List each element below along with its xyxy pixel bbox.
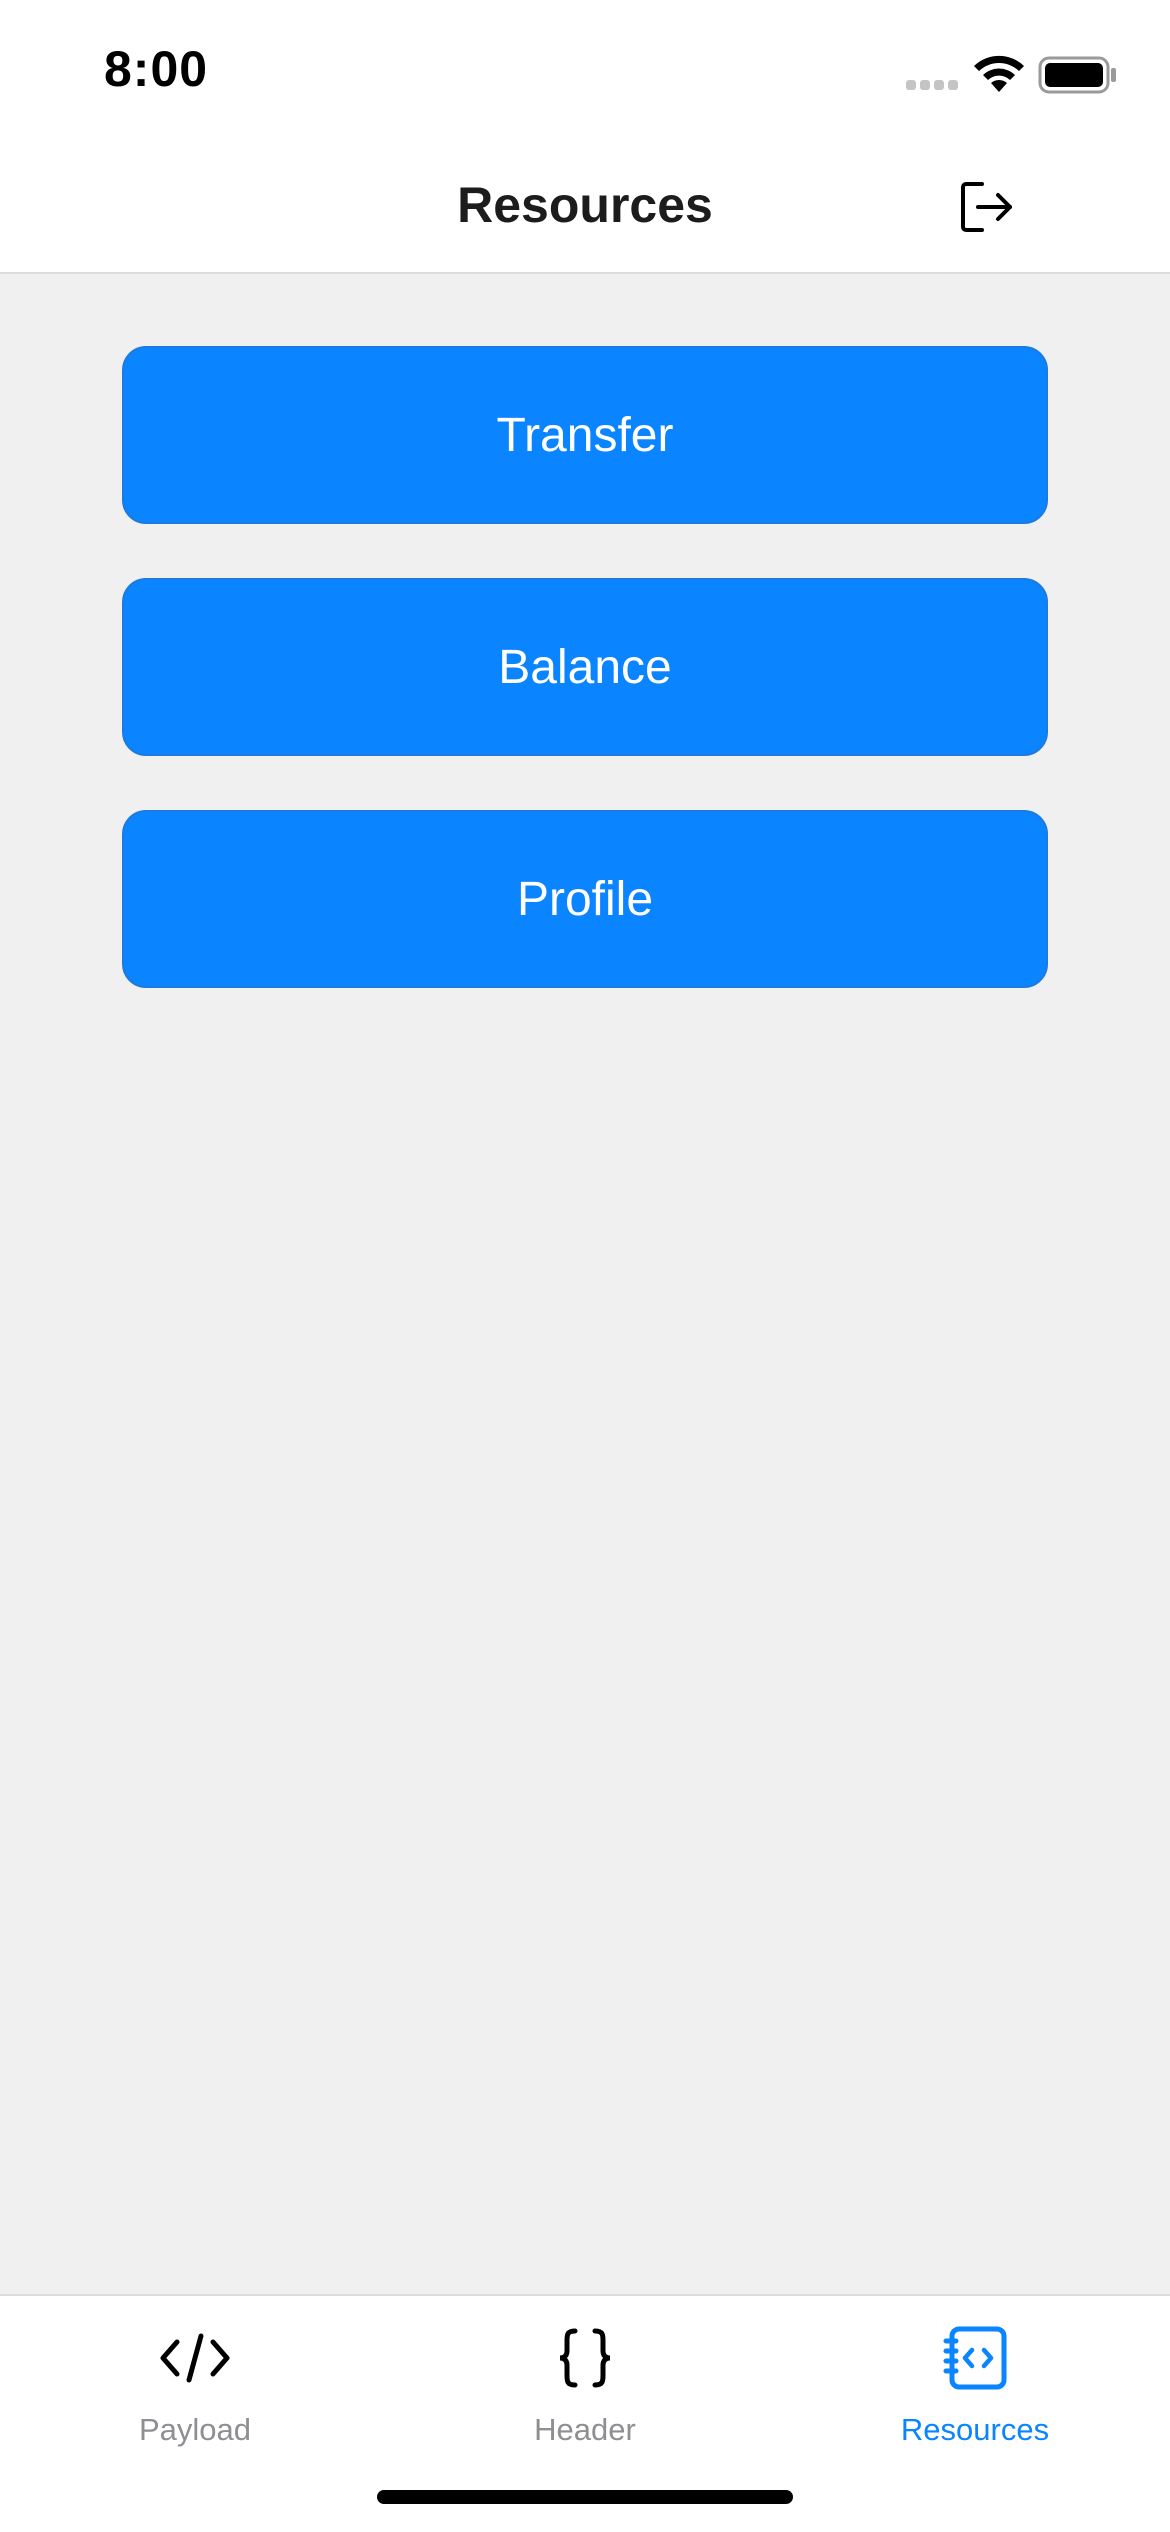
- logout-icon[interactable]: [958, 178, 1016, 236]
- code-icon: [155, 2318, 235, 2398]
- app-screen: 8:00 Resources Transfer Balance Profile: [0, 0, 1170, 2532]
- tab-header[interactable]: Header: [390, 2296, 780, 2466]
- status-bar: 8:00: [0, 0, 1170, 140]
- balance-button[interactable]: Balance: [122, 578, 1048, 756]
- wifi-icon: [974, 55, 1024, 92]
- battery-icon: [1038, 56, 1116, 94]
- tab-label-payload: Payload: [138, 2412, 252, 2447]
- home-indicator[interactable]: [377, 2490, 793, 2504]
- resources-icon: [935, 2318, 1015, 2398]
- braces-icon: [545, 2318, 625, 2398]
- navigation-bar: Resources: [0, 140, 1170, 274]
- tab-label-header: Header: [534, 2412, 636, 2447]
- status-time: 8:00: [104, 41, 209, 97]
- cellular-signal-icon: [906, 80, 960, 94]
- tab-payload[interactable]: Payload: [0, 2296, 390, 2466]
- tab-resources[interactable]: Resources: [780, 2296, 1170, 2466]
- profile-button[interactable]: Profile: [122, 810, 1048, 988]
- tab-label-resources: Resources: [900, 2412, 1050, 2447]
- transfer-button[interactable]: Transfer: [122, 346, 1048, 524]
